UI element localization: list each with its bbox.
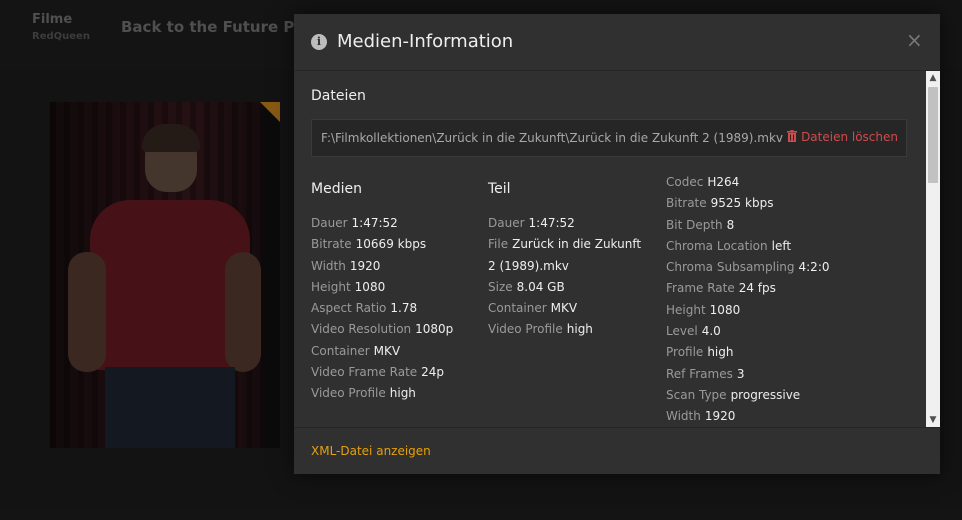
stream-row: Chroma Location left xyxy=(666,238,792,253)
media-row: Video Profile high xyxy=(311,386,416,401)
part-row: Container MKV xyxy=(488,301,578,316)
stream-row: Frame Rate 24 fps xyxy=(666,281,776,296)
info-icon: i xyxy=(311,34,327,50)
part-heading: Teil xyxy=(488,181,511,197)
part-row: Video Profile high xyxy=(488,322,593,337)
stream-column: Codec H264 Bitrate 9525 kbps Bit Depth 8 Ch… xyxy=(666,172,830,427)
dialog-footer: XML-Datei anzeigen xyxy=(294,427,940,475)
delete-files-label: Dateien löschen xyxy=(801,130,898,144)
part-column: Teil Dauer 1:47:52 File Zurück in die Zuku… xyxy=(488,181,648,341)
part-row: Dauer 1:47:52 xyxy=(488,216,575,230)
scroll-thumb[interactable] xyxy=(928,87,938,183)
stream-row: Level 4.0 xyxy=(666,324,721,339)
media-heading: Medien xyxy=(311,181,362,197)
media-row: Bitrate 10669 kbps xyxy=(311,237,427,252)
dialog-body: Dateien F:\Filmkollektionen\Zurück in di… xyxy=(294,71,926,427)
media-row: Aspect Ratio 1.78 xyxy=(311,301,418,316)
file-path-box: F:\Filmkollektionen\Zurück in die Zukunf… xyxy=(311,119,907,157)
stream-row: Width 1920 xyxy=(666,409,736,424)
delete-files-button[interactable]: Dateien löschen xyxy=(787,130,898,144)
dialog-title: Medien-Information xyxy=(337,31,514,52)
media-info-dialog: i Medien-Information × Dateien F:\Filmko… xyxy=(294,14,940,474)
stream-row: Bit Depth 8 xyxy=(666,217,735,232)
media-row: Width 1920 xyxy=(311,258,381,273)
part-row: Size 8.04 GB xyxy=(488,279,565,294)
stream-row: Bitrate 9525 kbps xyxy=(666,196,774,211)
stream-row: Scan Type progressive xyxy=(666,387,801,402)
media-row: Video Frame Rate 24p xyxy=(311,365,445,380)
file-path: F:\Filmkollektionen\Zurück in die Zukunf… xyxy=(321,131,784,145)
files-section-title: Dateien xyxy=(311,88,366,104)
media-row: Dauer 1:47:52 xyxy=(311,216,398,230)
dialog-scrollbar[interactable]: ▲ ▼ xyxy=(926,71,940,427)
scroll-up-icon[interactable]: ▲ xyxy=(926,71,940,85)
stream-row: Codec H264 xyxy=(666,175,740,189)
trash-icon xyxy=(787,130,798,142)
close-button[interactable]: × xyxy=(906,30,923,50)
stream-row: Height 1080 xyxy=(666,302,741,317)
media-row: Video Resolution 1080p xyxy=(311,322,454,337)
stream-row: Ref Frames 3 xyxy=(666,366,745,381)
media-column: Medien Dauer 1:47:52 Bitrate 10669 kbps Wi… xyxy=(311,181,453,405)
stream-row: Profile high xyxy=(666,345,734,360)
scroll-down-icon[interactable]: ▼ xyxy=(926,413,940,427)
show-xml-link[interactable]: XML-Datei anzeigen xyxy=(311,444,431,458)
dialog-header: i Medien-Information × xyxy=(294,14,940,71)
stream-row: Chroma Subsampling 4:2:0 xyxy=(666,260,830,275)
part-row: File Zurück in die Zukunft 2 (1989).mkv xyxy=(488,237,642,273)
media-row: Container MKV xyxy=(311,343,401,358)
media-row: Height 1080 xyxy=(311,279,386,294)
